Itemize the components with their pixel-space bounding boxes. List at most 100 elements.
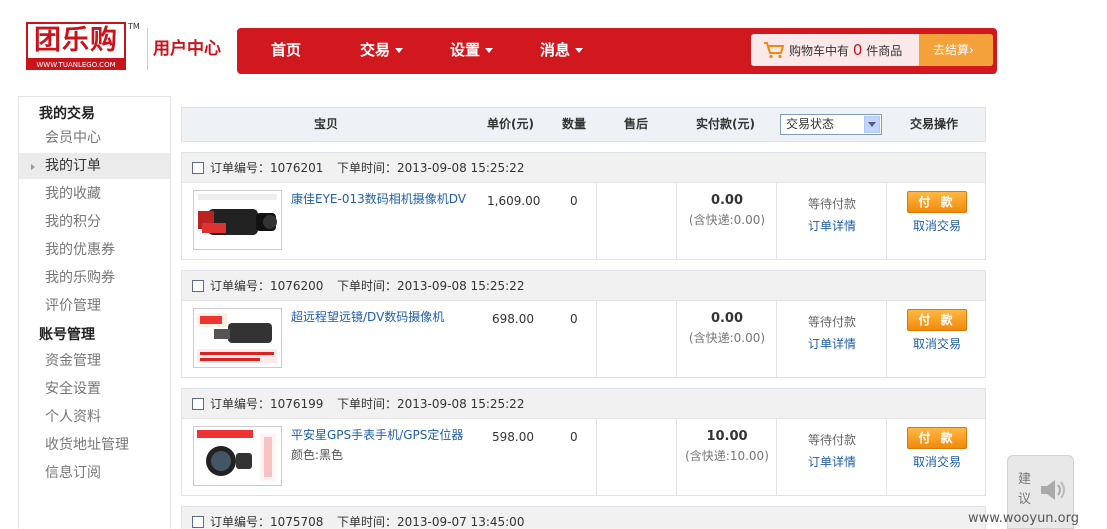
- trade-status-select[interactable]: 交易状态: [780, 114, 882, 135]
- paid-amount: 0.00: [710, 311, 744, 326]
- nav-trade-label: 交易: [360, 41, 391, 59]
- quantity: 0: [570, 312, 578, 326]
- shipping-fee: (含快递:0.00): [688, 213, 766, 227]
- order-header: 订单编号：1076200 下单时间：2013-09-08 15:25:22: [182, 271, 985, 301]
- product-thumbnail[interactable]: [193, 308, 282, 368]
- divider: [596, 301, 597, 377]
- shipping-fee: (含快递:0.00): [688, 331, 766, 345]
- sidebar-item-coupons[interactable]: 我的优惠券: [19, 237, 170, 263]
- sidebar-item-funds[interactable]: 资金管理: [19, 348, 170, 374]
- order-card: 订单编号：1076200 下单时间：2013-09-08 15:25:22 超远…: [181, 270, 986, 378]
- telescope-camcorder-image: [194, 309, 281, 367]
- product-name-link[interactable]: 平安星GPS手表手机/GPS定位器: [291, 426, 463, 443]
- caret-right-icon: [31, 164, 35, 170]
- logo-divider: [147, 28, 148, 70]
- cancel-order-link[interactable]: 取消交易: [887, 335, 987, 352]
- header: 团乐购 TM WWW.TUANLEGO.COM 用户中心 首页 交易 设置 消息…: [0, 0, 1107, 95]
- order-checkbox[interactable]: [192, 398, 204, 410]
- chevron-down-icon: [395, 48, 404, 53]
- paid-amount: 10.00: [706, 429, 748, 444]
- order-checkbox[interactable]: [192, 516, 204, 528]
- sidebar-item-reviews[interactable]: 评价管理: [19, 293, 170, 319]
- divider: [676, 301, 677, 377]
- sidebar-item-lego-coupons[interactable]: 我的乐购券: [19, 265, 170, 291]
- pay-button[interactable]: 付 款: [907, 427, 967, 449]
- divider: [596, 183, 597, 259]
- divider: [676, 419, 677, 495]
- col-price: 单价(元): [487, 117, 534, 131]
- order-detail-link[interactable]: 订单详情: [778, 217, 886, 234]
- chevron-down-icon: [575, 48, 584, 53]
- order-header: 订单编号：1076199 下单时间：2013-09-08 15:25:22: [182, 389, 985, 419]
- nav-home-label: 首页: [271, 41, 302, 59]
- cancel-order-link[interactable]: 取消交易: [887, 453, 987, 470]
- logo-text: 团乐购: [26, 22, 126, 60]
- sidebar-item-favorites[interactable]: 我的收藏: [19, 181, 170, 207]
- order-row: 超远程望远镜/DV数码摄像机 698.00 0 0.00 (含快递:0.00) …: [182, 301, 985, 377]
- product-thumbnail[interactable]: [193, 426, 282, 486]
- col-paid: 实付款(元): [696, 117, 755, 131]
- shipping-fee: (含快递:10.00): [685, 449, 769, 463]
- nav-settings-label: 设置: [450, 41, 481, 59]
- sidebar-item-subscriptions[interactable]: 信息订阅: [19, 460, 170, 486]
- sidebar-item-security[interactable]: 安全设置: [19, 376, 170, 402]
- quantity: 0: [570, 430, 578, 444]
- site-logo[interactable]: 团乐购 TM WWW.TUANLEGO.COM: [26, 22, 140, 70]
- orders-table-header: 宝贝 单价(元) 数量 售后 实付款(元) 交易状态 交易操作: [181, 107, 986, 142]
- sidebar-item-addresses[interactable]: 收货地址管理: [19, 432, 170, 458]
- order-detail-link[interactable]: 订单详情: [778, 453, 886, 470]
- product-name-link[interactable]: 康佳EYE-013数码相机摄像机DV: [291, 190, 466, 207]
- order-time: 下单时间：2013-09-08 15:25:22: [337, 161, 525, 175]
- nav-trade[interactable]: 交易: [360, 28, 404, 74]
- order-card: 订单编号：1076201 下单时间：2013-09-08 15:25:22 康佳…: [181, 152, 986, 260]
- nav-home[interactable]: 首页: [271, 28, 301, 74]
- main-nav: 首页 交易 设置 消息 购物车中有 0 件商品 去结算›: [237, 28, 997, 74]
- order-checkbox[interactable]: [192, 280, 204, 292]
- sidebar-item-profile[interactable]: 个人资料: [19, 404, 170, 430]
- order-number: 订单编号：1075708: [210, 515, 324, 529]
- speaker-icon: [1041, 480, 1065, 500]
- order-number: 订单编号：1076200: [210, 279, 324, 293]
- cart-suffix: 件商品: [866, 44, 903, 58]
- pay-button[interactable]: 付 款: [907, 191, 967, 213]
- sidebar-item-member-center[interactable]: 会员中心: [19, 125, 170, 151]
- cart-count: 0: [852, 41, 863, 59]
- checkout-button[interactable]: 去结算›: [919, 34, 993, 66]
- order-checkbox[interactable]: [192, 162, 204, 174]
- sidebar-item-my-orders[interactable]: 我的订单: [19, 153, 170, 179]
- watermark: www.wooyun.org: [968, 511, 1080, 526]
- col-qty: 数量: [562, 117, 587, 131]
- nav-messages[interactable]: 消息: [540, 28, 584, 74]
- nav-messages-label: 消息: [540, 41, 571, 59]
- user-center-title: 用户中心: [153, 39, 221, 59]
- order-number: 订单编号：1076199: [210, 397, 324, 411]
- order-time: 下单时间：2013-09-08 15:25:22: [337, 279, 525, 293]
- cancel-order-link[interactable]: 取消交易: [887, 217, 987, 234]
- order-time: 下单时间：2013-09-07 13:45:00: [337, 515, 525, 529]
- chevron-down-icon: [485, 48, 494, 53]
- unit-price: 1,609.00: [487, 194, 541, 208]
- chevron-down-icon: [864, 116, 880, 133]
- quantity: 0: [570, 194, 578, 208]
- product-name-link[interactable]: 超远程望远镜/DV数码摄像机: [291, 308, 444, 325]
- divider: [676, 183, 677, 259]
- chevron-right-icon: ›: [969, 43, 974, 57]
- divider: [596, 419, 597, 495]
- trade-status-value: 交易状态: [786, 117, 835, 131]
- order-row: 康佳EYE-013数码相机摄像机DV 1,609.00 0 0.00 (含快递:…: [182, 183, 985, 259]
- pay-button[interactable]: 付 款: [907, 309, 967, 331]
- camcorder-image: [194, 191, 281, 249]
- order-detail-link[interactable]: 订单详情: [778, 335, 886, 352]
- cart-summary[interactable]: 购物车中有 0 件商品 去结算›: [751, 34, 993, 66]
- sidebar-item-points[interactable]: 我的积分: [19, 209, 170, 235]
- sidebar-item-label: 我的订单: [45, 158, 101, 174]
- logo-url: WWW.TUANLEGO.COM: [26, 60, 126, 70]
- divider: [776, 301, 777, 377]
- col-aftersale: 售后: [624, 117, 649, 131]
- order-time: 下单时间：2013-09-08 15:25:22: [337, 397, 525, 411]
- nav-settings[interactable]: 设置: [450, 28, 494, 74]
- order-card: 订单编号：1076199 下单时间：2013-09-08 15:25:22 平安…: [181, 388, 986, 496]
- sidebar-section-account: 账号管理: [39, 327, 95, 343]
- product-thumbnail[interactable]: [193, 190, 282, 250]
- unit-price: 698.00: [492, 312, 534, 326]
